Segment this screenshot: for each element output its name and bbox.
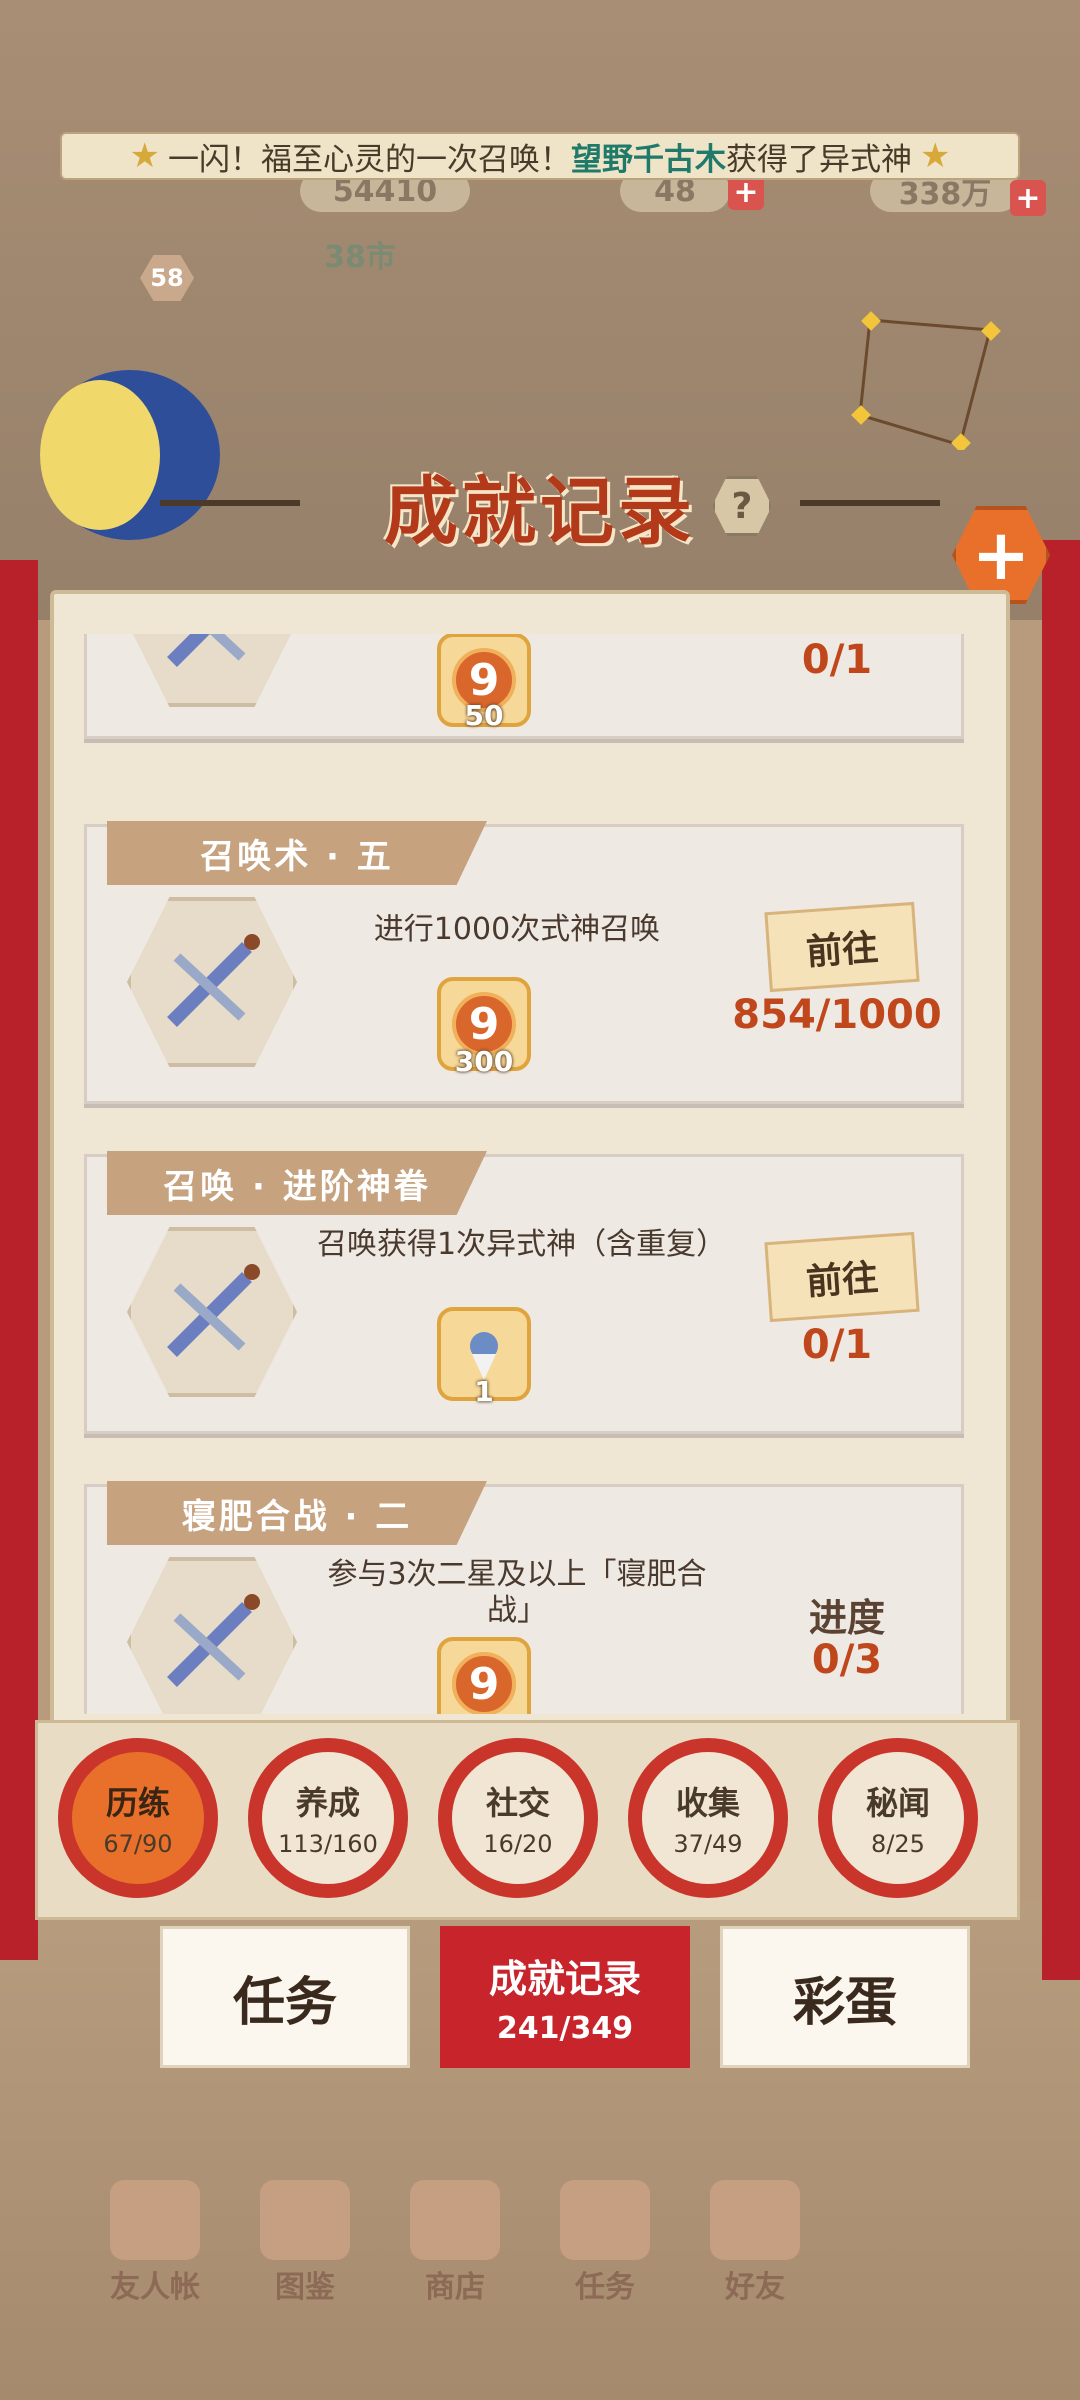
reward-count: 300 bbox=[454, 1045, 514, 1078]
achievement-card: 召唤术 · 五 进行1000次式神召唤 9 300 前往 854/1000 bbox=[84, 821, 964, 1104]
achievement-description: 召唤获得1次异式神（含重复） bbox=[317, 1227, 727, 1262]
sword-icon bbox=[127, 1227, 297, 1397]
category-bar: 历练 67/90 养成 113/160 社交 16/20 收集 37/49 秘闻… bbox=[35, 1720, 1020, 1920]
red-curtain-right bbox=[1042, 540, 1080, 1980]
reward-count: 1 bbox=[474, 1375, 494, 1408]
reward-icon: 9 bbox=[437, 1637, 531, 1714]
achievement-progress: 0/1 bbox=[801, 637, 873, 683]
market-label: 38市 bbox=[324, 240, 396, 275]
bottom-nav: 友人帐 图鉴 商店 任务 好友 bbox=[100, 2180, 800, 2305]
task-icon bbox=[560, 2180, 650, 2260]
reward-count: 50 bbox=[464, 699, 504, 732]
shop-icon bbox=[410, 2180, 500, 2260]
category-cultivation[interactable]: 养成 113/160 bbox=[248, 1738, 408, 1898]
achievement-description: 进行1000次式神召唤 bbox=[373, 912, 661, 947]
moon-light-decoration bbox=[40, 380, 160, 530]
achievement-name: 寝肥合战 · 二 bbox=[107, 1481, 487, 1545]
category-collection[interactable]: 收集 37/49 bbox=[628, 1738, 788, 1898]
achievement-progress: 854/1000 bbox=[732, 992, 942, 1038]
tab-achievements[interactable]: 成就记录 241/349 bbox=[440, 1926, 690, 2068]
nav-friend-book[interactable]: 友人帐 bbox=[100, 2180, 210, 2306]
banner-prefix: 一闪！福至心灵的一次召唤！ bbox=[168, 141, 571, 178]
sword-icon bbox=[127, 634, 297, 707]
banner-suffix: 获得了异式神 bbox=[726, 141, 912, 178]
star-icon: ★ bbox=[129, 136, 160, 176]
progress-label: 进度 bbox=[808, 1596, 885, 1640]
star-icon: ★ bbox=[920, 136, 951, 176]
achievement-progress: 0/1 bbox=[801, 1322, 873, 1368]
achievement-progress: 0/3 bbox=[811, 1637, 883, 1683]
book-icon bbox=[110, 2180, 200, 2260]
tab-easter-eggs[interactable]: 彩蛋 bbox=[720, 1926, 970, 2068]
add-currency-3-icon[interactable]: + bbox=[1010, 180, 1046, 216]
achievement-name: 召唤 · 进阶神眷 bbox=[107, 1151, 487, 1215]
achievement-card: 9 50 0/1 bbox=[84, 634, 964, 739]
broadcast-banner: ★ 一闪！福至心灵的一次召唤！ 望野千古木 获得了异式神 ★ bbox=[60, 132, 1020, 180]
category-practice[interactable]: 历练 67/90 bbox=[58, 1738, 218, 1898]
achievement-description: 参与3次二星及以上「寝肥合战」 bbox=[327, 1557, 707, 1628]
catalog-icon bbox=[260, 2180, 350, 2260]
nav-friends[interactable]: 好友 bbox=[700, 2180, 810, 2306]
nav-shop[interactable]: 商店 bbox=[400, 2180, 510, 2306]
achievement-card: 寝肥合战 · 二 参与3次二星及以上「寝肥合战」 9 进度 0/3 bbox=[84, 1481, 964, 1714]
friends-icon bbox=[710, 2180, 800, 2260]
red-curtain-left bbox=[0, 560, 38, 1960]
constellation-decoration bbox=[851, 311, 1001, 450]
sword-icon bbox=[127, 897, 297, 1067]
page-title: 成就记录 bbox=[384, 468, 696, 555]
category-secrets[interactable]: 秘闻 8/25 bbox=[818, 1738, 978, 1898]
category-social[interactable]: 社交 16/20 bbox=[438, 1738, 598, 1898]
nav-catalog[interactable]: 图鉴 bbox=[250, 2180, 360, 2306]
banner-player: 望野千古木 bbox=[571, 141, 726, 178]
nav-tasks[interactable]: 任务 bbox=[550, 2180, 660, 2306]
tab-tasks[interactable]: 任务 bbox=[160, 1926, 410, 2068]
achievement-name: 召唤术 · 五 bbox=[107, 821, 487, 885]
goto-button[interactable]: 前往 bbox=[764, 1231, 920, 1323]
goto-button[interactable]: 前往 bbox=[764, 901, 920, 993]
sword-icon bbox=[127, 1557, 297, 1714]
achievement-card: 召唤 · 进阶神眷 召唤获得1次异式神（含重复） 1 前往 0/1 bbox=[84, 1151, 964, 1434]
achievement-list[interactable]: 9 50 0/1 召唤术 · 五 进行1000次式神召唤 9 300 前往 85… bbox=[84, 634, 984, 1714]
